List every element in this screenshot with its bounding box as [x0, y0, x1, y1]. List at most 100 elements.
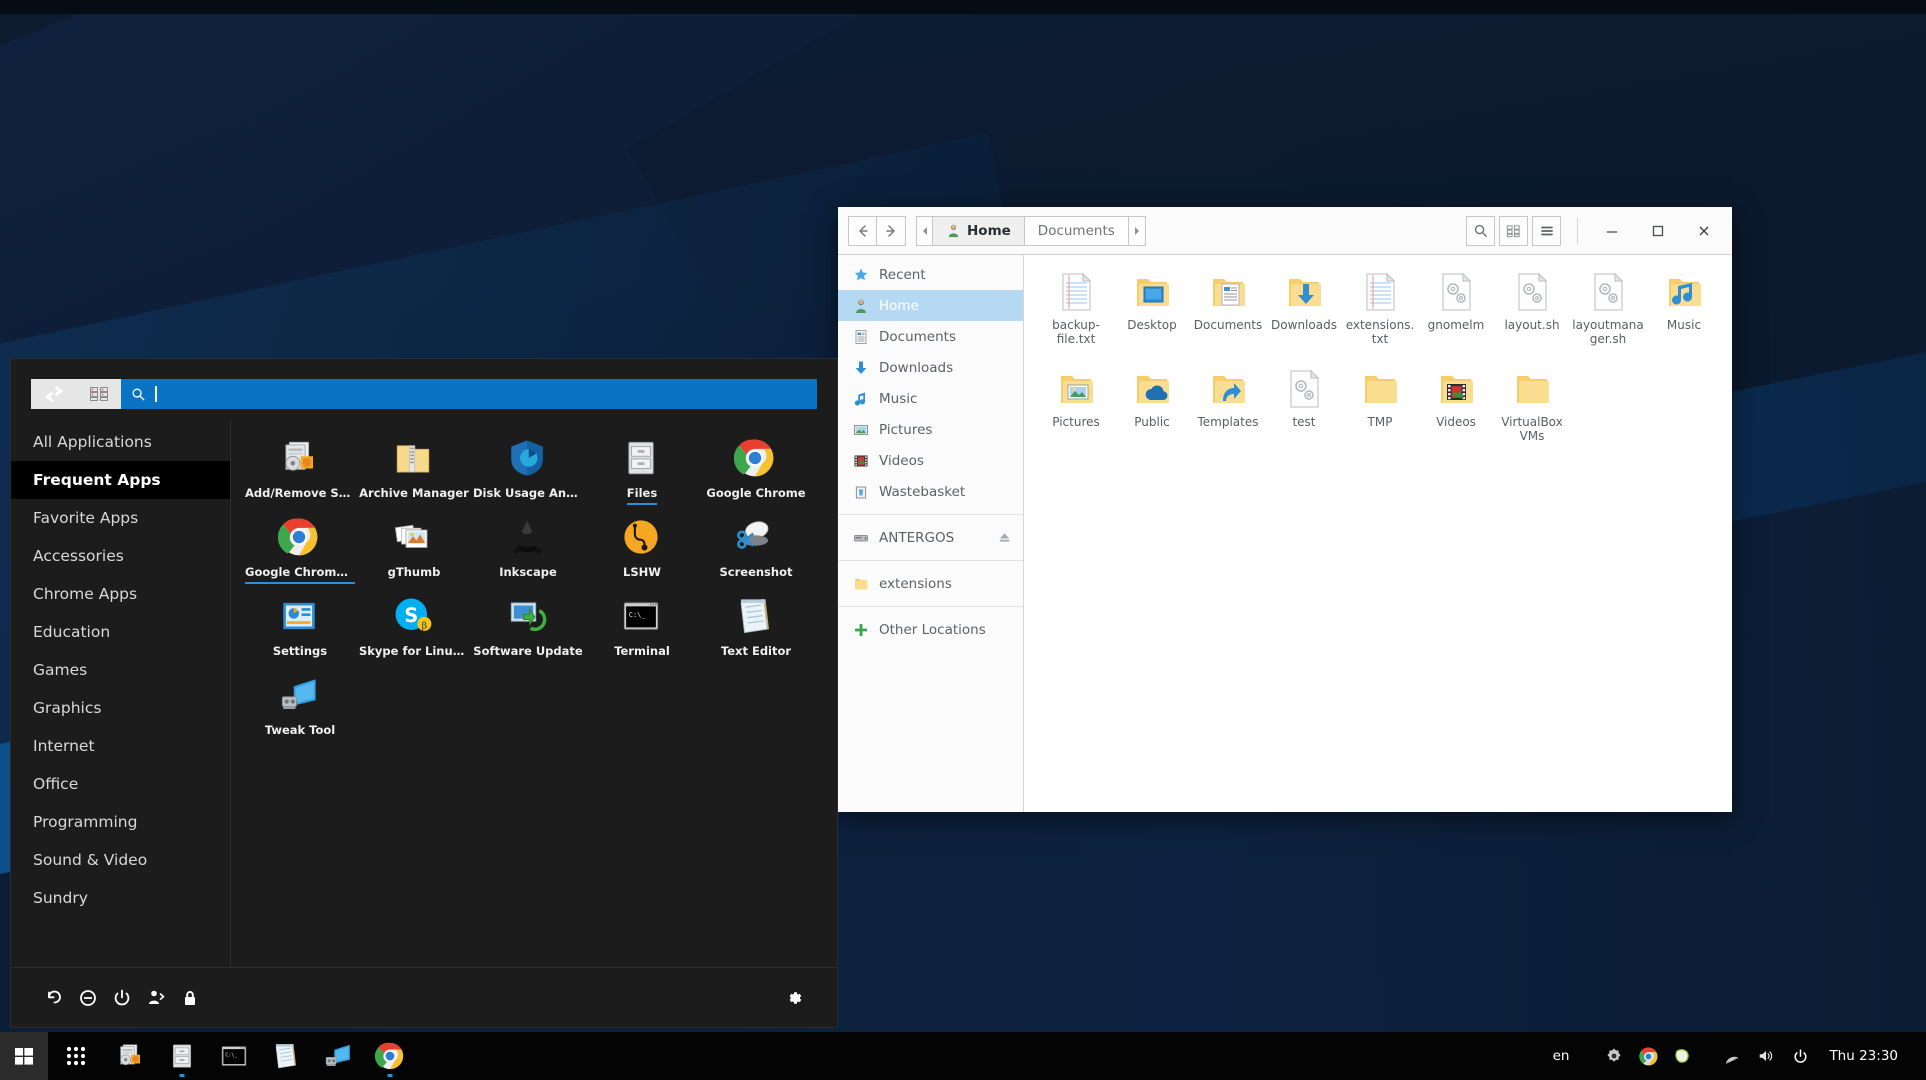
- file-item[interactable]: gnomelm: [1418, 267, 1494, 350]
- taskbar-app-list[interactable]: C:\_: [104, 1032, 416, 1080]
- breadcrumb-item-home[interactable]: Home: [933, 215, 1025, 246]
- app-tile-archive-manager[interactable]: Archive Manager: [357, 433, 471, 512]
- file-item[interactable]: Desktop: [1114, 267, 1190, 350]
- file-item[interactable]: Music: [1646, 267, 1722, 350]
- sidebar-item-music[interactable]: Music: [838, 383, 1023, 414]
- file-list-grid[interactable]: backup-file.txt Desktop Documents Downloads…: [1024, 255, 1732, 812]
- file-item[interactable]: Templates: [1190, 364, 1266, 447]
- file-manager-toolbar[interactable]: [1466, 215, 1561, 246]
- shape-tray-icon[interactable]: [1665, 1032, 1699, 1080]
- shutdown-icon[interactable]: [105, 981, 139, 1015]
- app-tile-inkscape[interactable]: Inkscape: [471, 512, 585, 591]
- forward-button[interactable]: [877, 215, 906, 246]
- sidebar-item-documents[interactable]: Documents: [838, 321, 1023, 352]
- app-tile-google-chrome[interactable]: Google Chrome: [699, 433, 813, 512]
- launcher-category-games[interactable]: Games: [11, 651, 230, 689]
- search-icon[interactable]: [1466, 215, 1495, 246]
- launcher-category-frequent-apps[interactable]: Frequent Apps: [11, 461, 230, 499]
- file-item[interactable]: layoutmanager.sh: [1570, 267, 1646, 350]
- sidebar-item-antergos[interactable]: ANTERGOS: [838, 522, 1023, 553]
- app-tile-software-update[interactable]: Software Update: [471, 591, 585, 670]
- app-tile-disk-usage-analyser[interactable]: Disk Usage Analyser: [471, 433, 585, 512]
- sidebar-item-home[interactable]: Home: [838, 290, 1023, 321]
- launcher-category-education[interactable]: Education: [11, 613, 230, 651]
- application-launcher[interactable]: All Applications Frequent Apps Favorite Ap…: [10, 358, 838, 1028]
- file-item[interactable]: TMP: [1342, 364, 1418, 447]
- sidebar-item-pictures[interactable]: Pictures: [838, 414, 1023, 445]
- app-tile-terminal[interactable]: C:\_ Terminal: [585, 591, 699, 670]
- breadcrumb-item-documents[interactable]: Documents: [1024, 215, 1129, 246]
- launcher-category-sound-video[interactable]: Sound & Video: [11, 841, 230, 879]
- system-tray[interactable]: en Thu 23:30: [1541, 1032, 1926, 1080]
- file-item[interactable]: layout.sh: [1494, 267, 1570, 350]
- gear-icon[interactable]: [777, 981, 811, 1015]
- app-tile-text-editor[interactable]: Text Editor: [699, 591, 813, 670]
- sidebar-item-extensions[interactable]: extensions: [838, 568, 1023, 599]
- desktop[interactable]: All Applications Frequent Apps Favorite Ap…: [0, 0, 1926, 1080]
- file-item[interactable]: Downloads: [1266, 267, 1342, 350]
- breadcrumb-scroll-right[interactable]: [1128, 215, 1146, 246]
- file-item[interactable]: test: [1266, 364, 1342, 447]
- lock-icon[interactable]: [173, 981, 207, 1015]
- navigation-buttons[interactable]: [848, 215, 906, 246]
- switch-view-icon[interactable]: [31, 379, 76, 409]
- app-tile-add-remove-software[interactable]: Add/Remove Softw…: [243, 433, 357, 512]
- launcher-category-accessories[interactable]: Accessories: [11, 537, 230, 575]
- launcher-category-list[interactable]: All Applications Frequent Apps Favorite Ap…: [11, 419, 231, 967]
- breadcrumb-scroll-left[interactable]: [916, 215, 933, 246]
- file-item[interactable]: backup-file.txt: [1038, 267, 1114, 350]
- app-grid-button[interactable]: [48, 1032, 104, 1080]
- launcher-category-office[interactable]: Office: [11, 765, 230, 803]
- launcher-category-favorite-apps[interactable]: Favorite Apps: [11, 499, 230, 537]
- power-icon[interactable]: [1783, 1032, 1817, 1080]
- hamburger-menu-icon[interactable]: [1532, 215, 1561, 246]
- file-item[interactable]: Pictures: [1038, 364, 1114, 447]
- search-input[interactable]: [121, 379, 817, 409]
- taskbar-item-add-remove-software[interactable]: [104, 1032, 156, 1080]
- logout-icon[interactable]: [139, 981, 173, 1015]
- close-button[interactable]: [1686, 215, 1722, 247]
- app-tile-tweak-tool[interactable]: Tweak Tool: [243, 670, 357, 749]
- taskbar[interactable]: C:\_ en Thu 23:30: [0, 1032, 1926, 1080]
- taskbar-item-files[interactable]: [156, 1032, 208, 1080]
- file-item[interactable]: VirtualBox VMs: [1494, 364, 1570, 447]
- app-tile-gthumb[interactable]: gThumb: [357, 512, 471, 591]
- sidebar-item-videos[interactable]: Videos: [838, 445, 1023, 476]
- app-tile-files[interactable]: Files: [585, 433, 699, 512]
- launcher-category-chrome-apps[interactable]: Chrome Apps: [11, 575, 230, 613]
- app-tile-lshw[interactable]: LSHW: [585, 512, 699, 591]
- network-icon[interactable]: [1715, 1032, 1749, 1080]
- language-indicator[interactable]: en: [1541, 1048, 1582, 1064]
- sidebar-item-wastebasket[interactable]: Wastebasket: [838, 476, 1023, 507]
- file-item[interactable]: Public: [1114, 364, 1190, 447]
- file-item[interactable]: Documents: [1190, 267, 1266, 350]
- suspend-icon[interactable]: [71, 981, 105, 1015]
- sidebar-item-recent[interactable]: Recent: [838, 259, 1023, 290]
- launcher-app-grid[interactable]: Add/Remove Softw… Archive Manager Disk Usa…: [231, 419, 837, 967]
- sidebar-item-other-locations[interactable]: Other Locations: [838, 614, 1023, 645]
- volume-icon[interactable]: [1749, 1032, 1783, 1080]
- start-button[interactable]: [0, 1032, 48, 1080]
- taskbar-item-tweak-tool[interactable]: [312, 1032, 364, 1080]
- taskbar-item-google-chrome[interactable]: [364, 1032, 416, 1080]
- view-options-icon[interactable]: [1499, 215, 1528, 246]
- maximize-button[interactable]: [1640, 215, 1676, 247]
- launcher-category-all-applications[interactable]: All Applications: [11, 423, 230, 461]
- taskbar-item-text-editor[interactable]: [260, 1032, 312, 1080]
- file-manager-sidebar[interactable]: Recent Home Documents Downloads Music Picture…: [838, 255, 1024, 812]
- sidebar-item-downloads[interactable]: Downloads: [838, 352, 1023, 383]
- launcher-category-graphics[interactable]: Graphics: [11, 689, 230, 727]
- eject-icon[interactable]: [996, 529, 1013, 546]
- minimize-button[interactable]: [1594, 215, 1630, 247]
- app-tile-screenshot[interactable]: Screenshot: [699, 512, 813, 591]
- launcher-category-sundry[interactable]: Sundry: [11, 879, 230, 917]
- file-manager-window[interactable]: Home Documents Recent Home Documents Dow…: [838, 207, 1732, 812]
- tweak-tray-icon[interactable]: [1597, 1032, 1631, 1080]
- file-item[interactable]: Videos: [1418, 364, 1494, 447]
- launcher-view-toggles[interactable]: [31, 379, 121, 409]
- app-tile-skype[interactable]: Sβ Skype for Linux Beta: [357, 591, 471, 670]
- back-button[interactable]: [848, 215, 877, 246]
- breadcrumb[interactable]: Home Documents: [916, 215, 1146, 246]
- clock[interactable]: Thu 23:30: [1817, 1048, 1912, 1064]
- launcher-category-programming[interactable]: Programming: [11, 803, 230, 841]
